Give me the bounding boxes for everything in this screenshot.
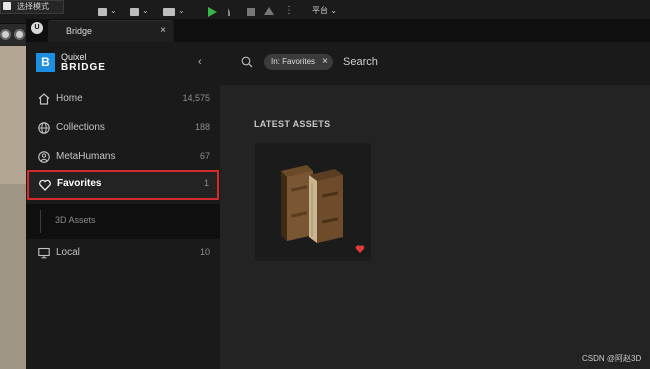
bridge-logo-icon: B bbox=[36, 53, 55, 72]
favorite-heart-icon[interactable] bbox=[355, 244, 365, 254]
filter-chip-label: In: Favorites bbox=[271, 57, 316, 66]
close-icon[interactable]: × bbox=[322, 54, 328, 70]
tree-line bbox=[40, 210, 41, 233]
sidebar-item-label: MetaHumans bbox=[56, 151, 116, 162]
sidebar: B Quixel BRIDGE ‹ Home 14,575 Collection… bbox=[26, 42, 220, 369]
blueprint-icon[interactable] bbox=[130, 8, 139, 16]
select-mode-label: 选择模式 bbox=[17, 2, 49, 11]
platform-label: 平台 bbox=[312, 6, 328, 15]
tab-title: Bridge bbox=[66, 26, 93, 36]
more-options-icon[interactable]: ⋮ bbox=[284, 5, 294, 16]
sidebar-item-label: Favorites bbox=[57, 178, 102, 189]
sidebar-item-label: Local bbox=[56, 247, 80, 258]
sidebar-item-home[interactable]: Home 14,575 bbox=[26, 85, 220, 114]
brand-name-bottom: BRIDGE bbox=[61, 62, 106, 73]
step-icon[interactable] bbox=[228, 8, 236, 16]
viewport-toolbar bbox=[0, 24, 26, 46]
sidebar-item-label: Collections bbox=[56, 122, 105, 133]
chevron-down-icon[interactable]: ⌄ bbox=[178, 6, 185, 15]
book-asset-thumbnail bbox=[281, 165, 343, 243]
platform-dropdown[interactable]: 平台 ⌄ bbox=[312, 5, 337, 16]
stop-icon[interactable] bbox=[247, 8, 255, 16]
watermark: CSDN @阿赵3D bbox=[582, 354, 642, 363]
home-icon bbox=[38, 93, 50, 105]
play-icon[interactable] bbox=[208, 7, 217, 17]
select-mode-dropdown[interactable]: 选择模式 bbox=[0, 0, 64, 14]
eject-icon[interactable] bbox=[264, 7, 274, 15]
add-content-icon[interactable] bbox=[98, 8, 107, 16]
viewport-floor bbox=[0, 184, 26, 369]
editor-viewport-edge bbox=[0, 24, 26, 369]
sidebar-item-label: Home bbox=[56, 93, 83, 104]
brand-name-top: Quixel bbox=[61, 52, 87, 62]
section-title: LATEST ASSETS bbox=[254, 119, 331, 129]
unreal-logo-icon: U bbox=[31, 22, 43, 34]
heart-icon bbox=[39, 179, 51, 191]
asset-card[interactable] bbox=[255, 143, 371, 261]
tab-bridge[interactable]: Bridge × bbox=[48, 20, 174, 42]
globe-icon bbox=[38, 122, 50, 134]
chevron-down-icon[interactable]: ⌄ bbox=[142, 6, 149, 15]
sidebar-item-favorites[interactable]: Favorites 1 bbox=[27, 170, 219, 200]
sidebar-item-count: 1 bbox=[203, 178, 209, 188]
search-icon[interactable] bbox=[241, 56, 253, 68]
filter-chip-favorites[interactable]: In: Favorites × bbox=[264, 54, 334, 70]
tab-close-icon[interactable]: × bbox=[160, 25, 166, 36]
sidebar-subitem-3d-assets[interactable]: 3D Assets bbox=[26, 204, 220, 239]
main-content: In: Favorites × LATEST ASSETS CSDN @阿赵3D bbox=[220, 42, 650, 369]
viewport-option-icon[interactable] bbox=[0, 29, 11, 40]
viewport-option-icon[interactable] bbox=[14, 29, 25, 40]
search-bar: In: Favorites × bbox=[220, 42, 650, 85]
sidebar-item-metahumans[interactable]: MetaHumans 67 bbox=[26, 143, 220, 172]
sidebar-item-count: 67 bbox=[199, 151, 210, 161]
sidebar-subitem-label: 3D Assets bbox=[55, 215, 96, 225]
cinematics-icon[interactable] bbox=[163, 8, 175, 16]
collapse-sidebar-icon[interactable]: ‹ bbox=[198, 56, 202, 68]
sidebar-item-count: 14,575 bbox=[182, 93, 210, 103]
person-icon bbox=[38, 151, 50, 163]
select-mode-icon bbox=[3, 2, 11, 10]
search-input[interactable] bbox=[343, 54, 623, 70]
sidebar-item-count: 10 bbox=[199, 247, 210, 257]
sidebar-item-count: 188 bbox=[194, 122, 210, 132]
chevron-down-icon[interactable]: ⌄ bbox=[110, 6, 117, 15]
sidebar-item-local[interactable]: Local 10 bbox=[26, 239, 220, 268]
sidebar-item-collections[interactable]: Collections 188 bbox=[26, 114, 220, 143]
monitor-icon bbox=[38, 247, 50, 259]
